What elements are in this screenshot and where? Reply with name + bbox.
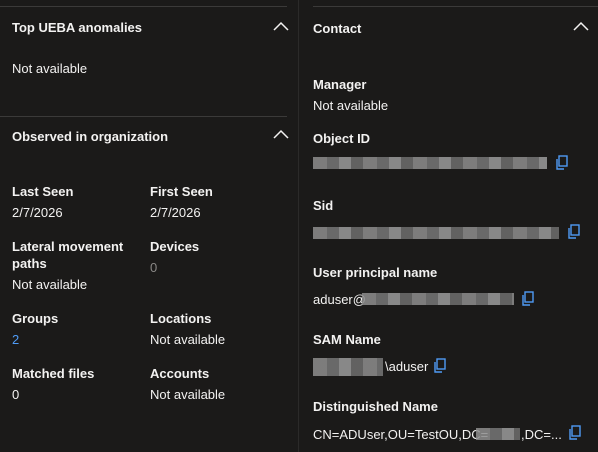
manager-value: Not available	[313, 98, 389, 113]
first-seen-value: 2/7/2026	[150, 205, 201, 220]
copy-icon[interactable]	[555, 155, 569, 171]
accounts-value: Not available	[150, 387, 226, 402]
matched-files-label: Matched files	[12, 366, 95, 381]
upn-redacted	[362, 293, 514, 305]
section-title-contact: Contact	[313, 21, 362, 36]
sam-name-label: SAM Name	[313, 332, 381, 347]
sid-redacted	[313, 227, 559, 239]
section-title-ueba: Top UEBA anomalies	[12, 20, 143, 35]
accounts-label: Accounts	[150, 366, 210, 381]
groups-label: Groups	[12, 311, 59, 326]
first-seen-label: First Seen	[150, 184, 213, 199]
matched-files-value: 0	[12, 387, 20, 402]
copy-icon[interactable]	[567, 224, 581, 240]
ueba-value: Not available	[12, 61, 88, 76]
distinguished-name-label: Distinguished Name	[313, 399, 438, 414]
object-id-redacted	[313, 157, 547, 169]
divider	[313, 6, 598, 7]
lateral-movement-value: Not available	[12, 277, 88, 292]
locations-value: Not available	[150, 332, 226, 347]
object-id-label: Object ID	[313, 131, 371, 146]
last-seen-label: Last Seen	[12, 184, 74, 199]
copy-icon[interactable]	[521, 291, 535, 307]
upn-value-prefix: aduser@	[313, 292, 366, 307]
dn-redacted	[476, 428, 520, 440]
lateral-movement-label-line2: paths	[12, 256, 47, 271]
sam-redacted	[313, 358, 383, 376]
divider	[0, 116, 287, 117]
sam-value-suffix: \aduser	[385, 359, 429, 374]
upn-label: User principal name	[313, 265, 438, 280]
divider	[0, 6, 287, 7]
copy-icon[interactable]	[568, 425, 582, 441]
devices-value: 0	[150, 260, 158, 275]
dn-value-prefix: CN=ADUser,OU=TestOU,DC=	[313, 427, 489, 442]
last-seen-value: 2/7/2026	[12, 205, 63, 220]
column-divider	[298, 0, 299, 452]
section-title-observed: Observed in organization	[12, 129, 169, 144]
sid-label: Sid	[313, 198, 334, 213]
copy-icon[interactable]	[433, 358, 447, 374]
chevron-up-icon[interactable]	[272, 128, 290, 140]
groups-link[interactable]: 2	[12, 332, 19, 347]
manager-label: Manager	[313, 77, 367, 92]
lateral-movement-label: Lateral movement	[12, 239, 124, 254]
chevron-up-icon[interactable]	[272, 20, 290, 32]
locations-label: Locations	[150, 311, 212, 326]
dn-value-suffix: ,DC=...	[521, 427, 562, 442]
chevron-up-icon[interactable]	[572, 20, 590, 32]
devices-label: Devices	[150, 239, 200, 254]
